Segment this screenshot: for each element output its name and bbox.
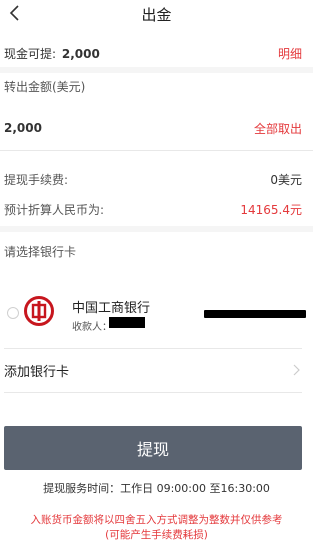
divider xyxy=(0,67,313,73)
service-time-note: 提现服务时间：工作日 09:00:00 至16:30:00 xyxy=(43,482,270,495)
divider xyxy=(4,348,302,349)
cash-available-text: 现金可提: xyxy=(4,47,57,61)
divider xyxy=(4,392,302,393)
cash-available-label: 现金可提: 2,000 xyxy=(4,45,100,62)
detail-link[interactable]: 明细 xyxy=(278,45,302,62)
cash-available-amount: 2,000 xyxy=(61,47,100,61)
withdraw-submit-button[interactable]: 提现 xyxy=(4,426,302,470)
add-bank-card-row[interactable] xyxy=(0,350,313,392)
fee-label: 提现手续费: xyxy=(4,173,69,187)
bank-card-row[interactable] xyxy=(0,285,313,343)
transfer-amount-input[interactable]: 2,000 xyxy=(4,121,42,135)
rounding-note-line2: (可能产生手续费耗损) xyxy=(105,529,208,541)
divider xyxy=(0,226,313,232)
rounding-note-line1: 入账货币金额将以四舍五入方式调整为整数并仅供参考 xyxy=(30,514,283,526)
transfer-amount-label: 转出金额(美元) xyxy=(4,80,86,94)
page-title: 出金 xyxy=(141,6,172,24)
fee-value: 0美元 xyxy=(270,173,302,187)
withdraw-all-button[interactable]: 全部取出 xyxy=(254,120,302,137)
divider xyxy=(0,150,313,151)
rmb-estimate-label: 预计折算人民币为: xyxy=(4,203,105,217)
select-bank-label: 请选择银行卡 xyxy=(4,245,77,259)
rmb-estimate-value: 14165.4元 xyxy=(240,203,302,217)
